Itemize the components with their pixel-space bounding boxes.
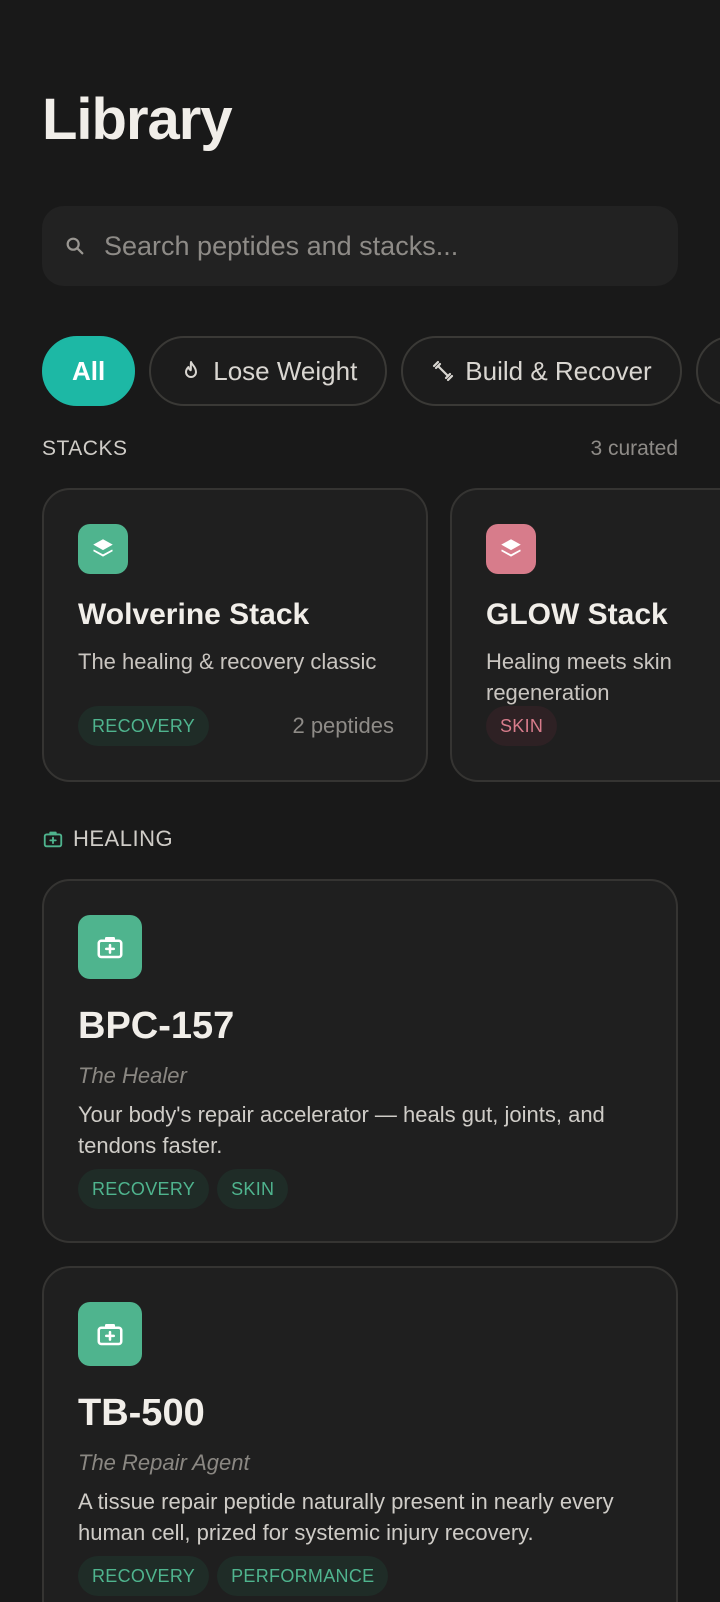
tag-badge: RECOVERY (78, 706, 210, 746)
tag-badge: SKIN (217, 1169, 289, 1209)
search-input[interactable] (102, 229, 646, 263)
tag-badge: SKIN (486, 706, 558, 746)
peptide-tags: RECOVERY SKIN (78, 1169, 289, 1209)
peptide-nickname: The Healer (78, 1063, 187, 1088)
stack-name: GLOW Stack (486, 598, 668, 631)
section-title: STACKS (42, 437, 128, 460)
stack-meta: RECOVERY 2 peptides (78, 706, 394, 746)
layers-icon (78, 524, 128, 574)
filter-chip-build-recover[interactable]: Build & Recover (401, 336, 682, 406)
library-screen: Library All Lose Weight Build & Rec (0, 0, 720, 1602)
filter-chip-label: All (72, 355, 106, 386)
medical-kit-icon (78, 915, 142, 979)
dumbbell-icon (433, 360, 454, 382)
stacks-carousel[interactable]: Wolverine Stack The healing & recovery c… (42, 488, 720, 782)
stack-description: The healing & recovery classic (78, 649, 377, 674)
search-icon (66, 237, 84, 255)
category-label: HEALING (73, 826, 174, 851)
stack-description: Healing meets skin regeneration (486, 649, 672, 705)
peptide-nickname: The Repair Agent (78, 1450, 250, 1475)
medical-kit-icon (78, 1302, 142, 1366)
layers-icon (486, 524, 536, 574)
stack-peptide-count: 2 peptides (292, 713, 394, 738)
filter-chip-label: Build & Recover (465, 355, 652, 386)
peptide-description: A tissue repair peptide naturally presen… (78, 1489, 614, 1545)
medical-kit-icon (43, 831, 63, 848)
peptide-description: Your body's repair accelerator — heals g… (78, 1102, 605, 1158)
search-bar[interactable] (42, 206, 678, 286)
filter-chip-partial[interactable]: L (695, 336, 720, 406)
filter-chip-label: Lose Weight (213, 355, 358, 386)
stack-name: Wolverine Stack (78, 598, 310, 631)
tag-badge: RECOVERY (78, 1169, 210, 1209)
peptide-name: TB-500 (78, 1392, 205, 1434)
stack-card-glow[interactable]: GLOW Stack Healing meets skin regenerati… (450, 488, 720, 782)
stack-card-wolverine[interactable]: Wolverine Stack The healing & recovery c… (42, 488, 428, 782)
filter-chip-lose-weight[interactable]: Lose Weight (149, 336, 388, 406)
tag-badge: RECOVERY (78, 1556, 210, 1596)
page-title: Library (42, 87, 233, 152)
peptide-name: BPC-157 (78, 1005, 235, 1047)
tag-badge: PERFORMANCE (217, 1556, 389, 1596)
peptide-card-bpc-157[interactable]: BPC-157 The Healer Your body's repair ac… (42, 879, 678, 1243)
filter-chips: All Lose Weight Build & Recover (42, 336, 720, 406)
section-count: 3 curated (590, 437, 678, 460)
flame-icon (185, 361, 198, 378)
stack-meta: SKIN 3 p (486, 706, 720, 746)
stacks-section-header: STACKS 3 curated (42, 437, 678, 461)
peptide-card-tb-500[interactable]: TB-500 The Repair Agent A tissue repair … (42, 1266, 678, 1602)
category-header-healing: HEALING (42, 826, 173, 852)
peptide-tags: RECOVERY PERFORMANCE (78, 1556, 389, 1596)
filter-chip-all[interactable]: All (42, 336, 136, 406)
